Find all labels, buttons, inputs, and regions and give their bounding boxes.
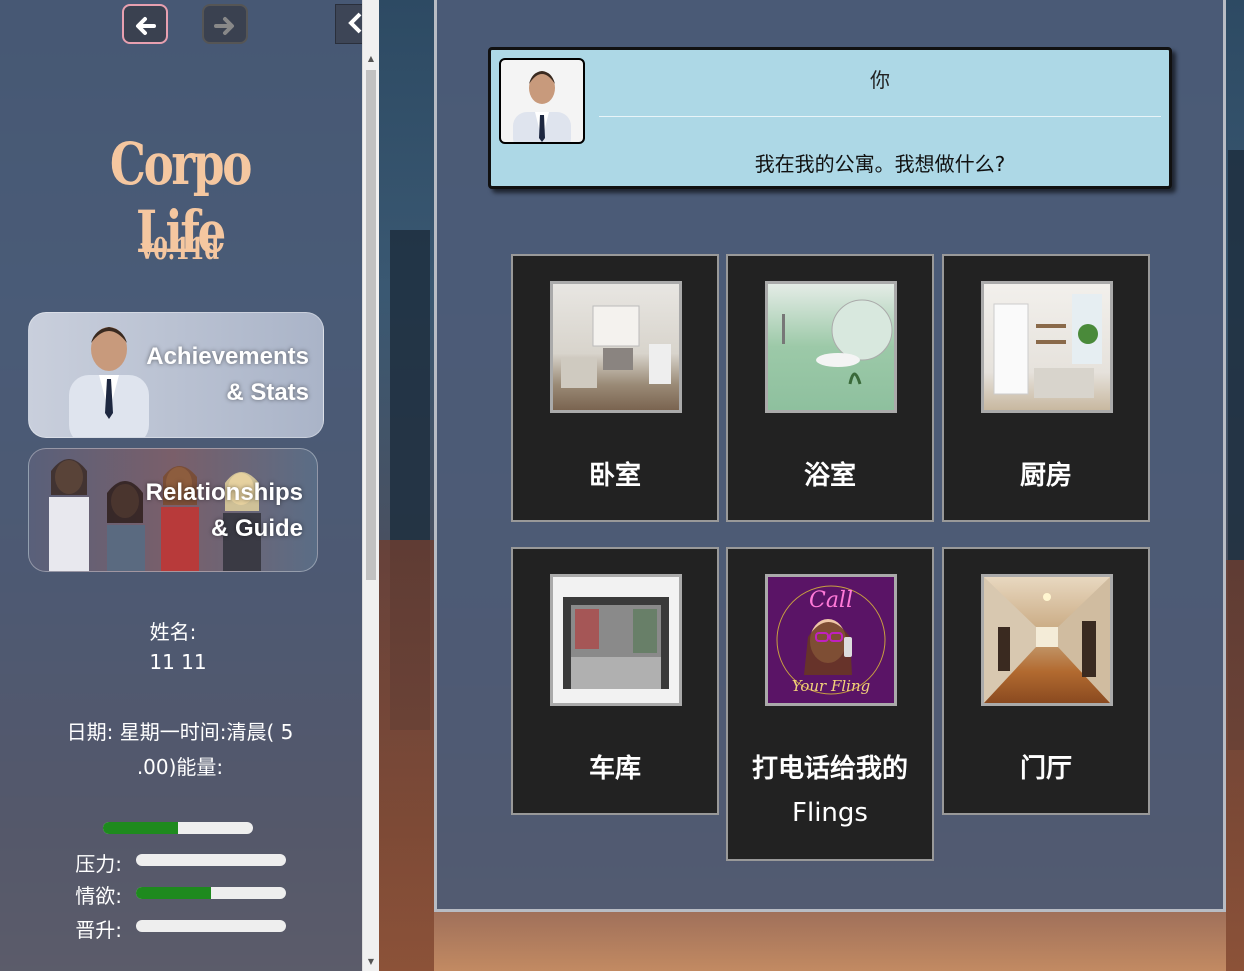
name-value: 11 11 xyxy=(149,650,207,674)
location-name: 厨房 xyxy=(1019,461,1072,491)
bathroom-photo-icon xyxy=(765,281,897,413)
achievements-stats-button[interactable]: Achievements & Stats xyxy=(28,312,324,438)
location-name: 打电话给我的 Flings xyxy=(751,754,908,828)
player-avatar xyxy=(499,58,585,144)
location-name: 门厅 xyxy=(1019,754,1072,784)
bedroom-photo-icon xyxy=(550,281,682,413)
dialog-box: 你 我在我的公寓。我想做什么? xyxy=(488,47,1172,189)
scrollbar-thumb[interactable] xyxy=(366,70,376,580)
arrow-left-icon xyxy=(136,17,156,35)
arrow-right-icon xyxy=(214,17,234,35)
dialog-divider xyxy=(599,116,1161,117)
date-time-energy: 日期: 星期一时间:清晨( 5 .00)能量: xyxy=(66,720,294,779)
relationships-guide-button[interactable]: Relationships & Guide xyxy=(28,448,318,572)
version-label: v0.11d xyxy=(140,232,220,267)
lust-label: 情欲: xyxy=(75,884,122,908)
garage-photo-icon xyxy=(550,574,682,706)
promotion-bar xyxy=(136,920,286,932)
name-label: 姓名: xyxy=(149,620,197,644)
location-name: 车库 xyxy=(588,754,641,784)
location-call-flings[interactable]: Call Your Fling 打电话给我的 Flings xyxy=(726,547,934,861)
forward-button[interactable] xyxy=(202,4,248,44)
location-name: 浴室 xyxy=(803,461,856,491)
stress-bar xyxy=(136,854,286,866)
energy-bar xyxy=(103,822,253,834)
stress-label: 压力: xyxy=(75,852,122,876)
kitchen-photo-icon xyxy=(981,281,1113,413)
location-bathroom[interactable]: 浴室 xyxy=(726,254,934,522)
sidebar-scrollbar[interactable]: ▲ ▼ xyxy=(362,0,379,971)
dialog-speaker: 你 xyxy=(870,68,890,92)
relationships-label: Relationships & Guide xyxy=(145,479,303,542)
dialog-text: 我在我的公寓。我想做什么? xyxy=(754,152,1006,176)
scroll-down-icon[interactable]: ▼ xyxy=(363,955,379,969)
location-kitchen[interactable]: 厨房 xyxy=(942,254,1150,522)
back-button[interactable] xyxy=(122,4,168,44)
achievements-label: Achievements & Stats xyxy=(146,343,309,406)
thumb-fling-text: Your Fling xyxy=(792,677,871,695)
promotion-label: 晋升: xyxy=(75,918,122,942)
location-bedroom[interactable]: 卧室 xyxy=(511,254,719,522)
hallway-photo-icon xyxy=(981,574,1113,706)
location-garage[interactable]: 车库 xyxy=(511,547,719,815)
energy-fill xyxy=(103,822,178,834)
location-hallway[interactable]: 门厅 xyxy=(942,547,1150,815)
scroll-up-icon[interactable]: ▲ xyxy=(363,52,379,66)
call-your-fling-photo-icon: Call Your Fling xyxy=(765,574,897,706)
location-name: 卧室 xyxy=(588,461,641,491)
lust-fill xyxy=(136,887,211,899)
thumb-call-text: Call xyxy=(809,588,853,613)
lust-bar xyxy=(136,887,286,899)
